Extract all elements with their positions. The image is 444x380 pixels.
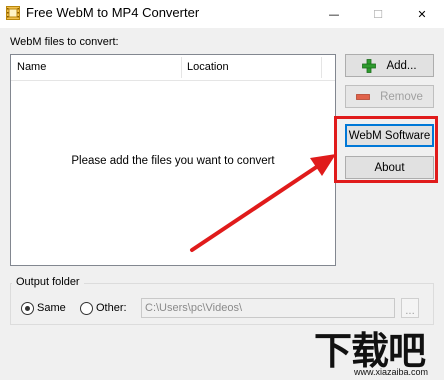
radio-selected-dot <box>25 306 30 311</box>
same-radio[interactable] <box>21 302 34 315</box>
output-folder-title: Output folder <box>12 276 84 288</box>
output-path-input[interactable]: C:\Users\pc\Videos\ <box>141 298 395 318</box>
same-radio-label[interactable]: Same <box>37 302 66 314</box>
other-radio-label[interactable]: Other: <box>96 302 127 314</box>
browse-button[interactable]: ... <box>401 298 419 318</box>
watermark-url: www.xiazaiba.com <box>354 367 429 377</box>
other-radio[interactable] <box>80 302 93 315</box>
ellipsis-icon: ... <box>405 306 415 317</box>
